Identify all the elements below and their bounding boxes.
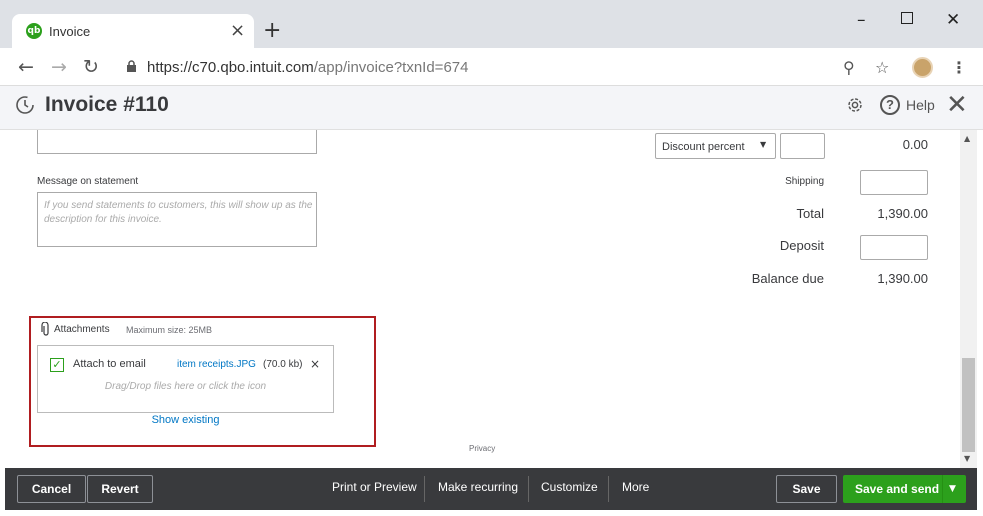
url-field[interactable]: https://c70.qbo.intuit.com/app/invoice?t…: [147, 59, 468, 76]
total-value: 1,390.00: [877, 206, 928, 221]
close-invoice-icon[interactable]: ✕: [946, 91, 968, 119]
remove-attachment-icon[interactable]: ×: [310, 357, 320, 371]
footer-divider: [608, 476, 609, 502]
save-and-send-label: Save and send: [855, 482, 940, 496]
total-label: Total: [796, 206, 824, 221]
save-button[interactable]: Save: [776, 475, 837, 503]
reload-icon[interactable]: ↻: [83, 56, 99, 78]
print-preview-button[interactable]: Print or Preview: [332, 480, 417, 494]
discount-amount-input[interactable]: [780, 133, 825, 159]
message-label: Message on statement: [37, 176, 139, 187]
scroll-down-icon[interactable]: ▼: [964, 454, 970, 463]
attachment-dropzone[interactable]: ✓ Attach to email item receipts.JPG (70.…: [37, 345, 334, 413]
quickbooks-favicon-icon: qb: [26, 23, 42, 39]
url-host: https://c70.qbo.intuit.com: [147, 59, 314, 76]
show-existing-link[interactable]: Show existing: [37, 414, 334, 426]
back-icon[interactable]: ←: [18, 56, 34, 78]
url-path: /app/invoice?txnId=674: [313, 59, 469, 76]
page-scrollbar[interactable]: ▲ ▼: [960, 130, 977, 468]
recent-transactions-icon[interactable]: [14, 94, 36, 116]
shipping-input[interactable]: [860, 170, 928, 195]
shipping-label: Shipping: [785, 176, 824, 187]
address-bar: ← → ↻ https://c70.qbo.intuit.com/app/inv…: [0, 48, 983, 86]
footer-divider: [424, 476, 425, 502]
message-field[interactable]: If you send statements to customers, thi…: [37, 192, 317, 247]
gear-icon[interactable]: [845, 95, 865, 115]
tab-close-icon[interactable]: ×: [230, 20, 245, 41]
message-placeholder: If you send statements to customers, thi…: [44, 200, 313, 225]
balance-due-label: Balance due: [751, 271, 824, 286]
scrollbar-thumb[interactable]: [962, 358, 975, 452]
invoice-header: Invoice #110 ? Help ✕: [0, 86, 983, 130]
split-divider: [942, 475, 943, 503]
attach-to-email-checkbox[interactable]: ✓: [50, 358, 64, 372]
lock-icon: [127, 60, 136, 72]
cancel-button[interactable]: Cancel: [17, 475, 86, 503]
discount-value: 0.00: [902, 137, 928, 152]
invoice-form: Message on statement If you send stateme…: [5, 130, 960, 468]
star-icon[interactable]: ☆: [875, 58, 889, 77]
balance-due-value: 1,390.00: [877, 271, 928, 286]
footer-toolbar: Cancel Revert Print or Preview Make recu…: [5, 468, 977, 510]
minimize-icon[interactable]: –: [857, 10, 866, 30]
new-tab-icon[interactable]: +: [263, 19, 281, 43]
make-recurring-button[interactable]: Make recurring: [438, 480, 518, 494]
menu-icon[interactable]: ⋮: [951, 58, 967, 77]
help-label[interactable]: Help: [906, 97, 935, 113]
maximize-icon[interactable]: [901, 12, 913, 24]
attachments-label: Attachments: [54, 324, 110, 335]
forward-icon[interactable]: →: [51, 56, 67, 78]
discount-type-select[interactable]: Discount percent ▼: [655, 133, 776, 159]
revert-button[interactable]: Revert: [87, 475, 153, 503]
attach-to-email-label: Attach to email: [73, 358, 146, 370]
save-and-send-button[interactable]: Save and send ▼: [843, 475, 966, 503]
tab-title: Invoice: [49, 24, 91, 39]
discount-type-value: Discount percent: [662, 141, 745, 153]
attachment-file-size: (70.0 kb): [263, 359, 303, 370]
scroll-up-icon[interactable]: ▲: [964, 134, 970, 143]
browser-tab-bar: qb Invoice × + – ✕: [0, 0, 983, 48]
attachments-max-size: Maximum size: 25MB: [126, 325, 213, 335]
paperclip-icon[interactable]: [41, 322, 51, 336]
attachment-file-link[interactable]: item receipts.JPG: [177, 359, 256, 370]
browser-tab[interactable]: qb Invoice ×: [12, 14, 254, 48]
deposit-label: Deposit: [779, 238, 824, 253]
zoom-icon[interactable]: ⚲: [843, 58, 855, 77]
deposit-input[interactable]: [860, 235, 928, 260]
customize-button[interactable]: Customize: [541, 480, 598, 494]
profile-avatar[interactable]: [912, 57, 933, 78]
more-button[interactable]: More: [622, 480, 649, 494]
chevron-down-icon[interactable]: ▼: [949, 475, 956, 503]
help-icon[interactable]: ?: [880, 95, 900, 115]
memo-field[interactable]: [37, 130, 317, 154]
privacy-link[interactable]: Privacy: [469, 444, 495, 453]
window-close-icon[interactable]: ✕: [946, 10, 960, 30]
page-title: Invoice #110: [45, 93, 169, 116]
dropzone-hint: Drag/Drop files here or click the icon: [104, 381, 267, 392]
footer-divider: [528, 476, 529, 502]
chevron-down-icon: ▼: [760, 140, 767, 149]
